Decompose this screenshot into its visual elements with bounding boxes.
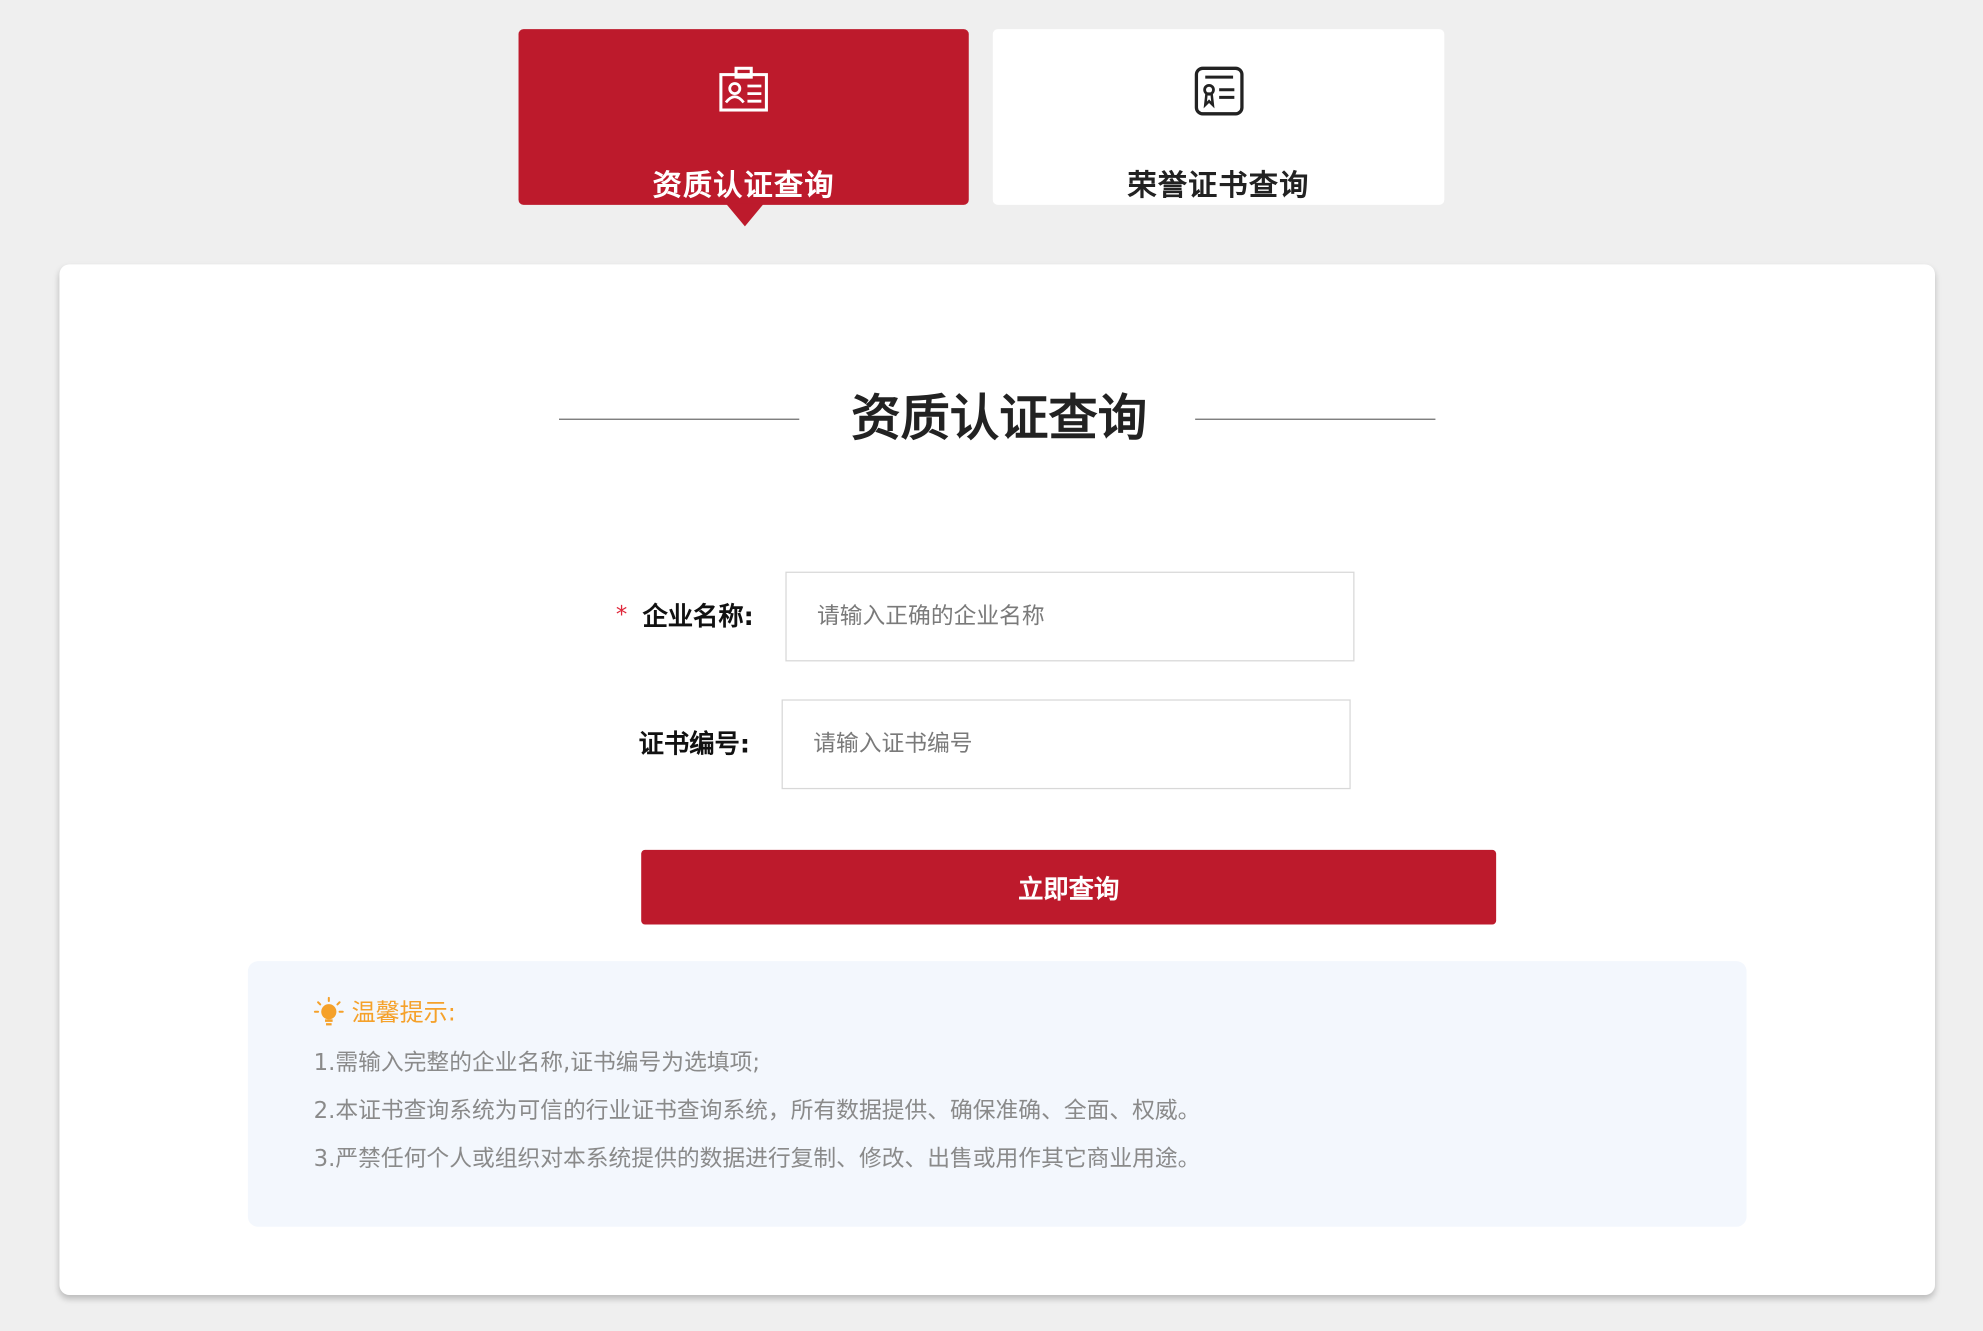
- certificate-number-input[interactable]: [781, 699, 1351, 790]
- certificate-number-label: 证书编号:: [638, 728, 750, 759]
- id-badge-icon: [719, 66, 768, 112]
- certificate-list-icon: [1194, 66, 1243, 116]
- tab-honor-certificate-query[interactable]: 荣誉证书查询: [992, 29, 1445, 205]
- tips-panel: [247, 961, 1747, 1227]
- tip-line: 2.本证书查询系统为可信的行业证书查询系统，所有数据提供、确保准确、全面、权威。: [313, 1097, 1201, 1125]
- tips-title: 温馨提示:: [351, 999, 456, 1027]
- company-name-input[interactable]: [785, 571, 1355, 662]
- title-rule-left: [558, 418, 800, 420]
- tab-qualification-query[interactable]: 资质认证查询: [518, 29, 969, 205]
- company-name-label: 企业名称:: [642, 600, 754, 632]
- active-tab-pointer: [725, 203, 764, 227]
- query-page: 资质认证查询 荣誉证书查询 资质认证查询 * 企业名称: 证书编号: 立即查询: [0, 0, 1983, 1330]
- required-mark: *: [615, 601, 628, 629]
- tip-line: 3.严禁任何个人或组织对本系统提供的数据进行复制、修改、出售或用作其它商业用途。: [313, 1145, 1201, 1173]
- query-now-button[interactable]: 立即查询: [641, 849, 1497, 925]
- tip-line: 1.需输入完整的企业名称,证书编号为选填项;: [313, 1049, 761, 1077]
- tab-label: 资质认证查询: [652, 169, 835, 203]
- lightbulb-icon: [313, 996, 344, 1026]
- section-title: 资质认证查询: [851, 390, 1148, 448]
- title-rule-right: [1195, 418, 1436, 420]
- tab-label: 荣誉证书查询: [1127, 169, 1310, 203]
